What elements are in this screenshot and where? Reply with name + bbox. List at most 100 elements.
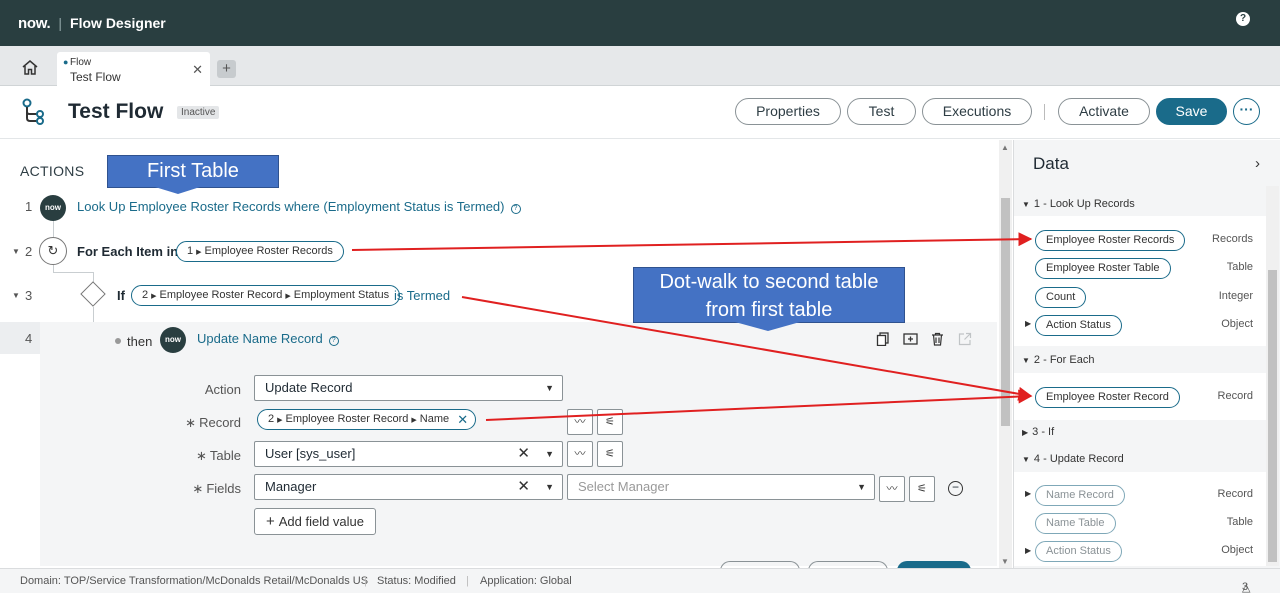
section-header-update-record[interactable]: ▼ 4 - Update Record bbox=[1022, 453, 1124, 465]
script-toggle-button[interactable]: 〰 bbox=[567, 441, 593, 467]
data-pill-action-status[interactable]: Action Status bbox=[1035, 315, 1122, 336]
field-name-select[interactable]: Manager ✕ ▼ bbox=[254, 474, 563, 500]
executions-button[interactable]: Executions bbox=[922, 98, 1032, 125]
save-button[interactable]: Save bbox=[1156, 98, 1227, 125]
callout-line-2: from first table bbox=[705, 299, 833, 321]
if-label: If bbox=[117, 288, 125, 303]
scroll-up-icon[interactable]: ▲ bbox=[1001, 143, 1009, 152]
expand-caret-icon[interactable]: ▶ bbox=[1025, 319, 1031, 328]
record-field-label: ∗ Record bbox=[185, 415, 241, 430]
data-pill-employee-roster-table[interactable]: Employee Roster Table bbox=[1035, 258, 1171, 279]
data-pill-picker-button[interactable]: ⚟ bbox=[597, 441, 623, 467]
status-separator: | bbox=[364, 575, 367, 587]
manager-value-select[interactable]: Select Manager ▼ bbox=[567, 474, 875, 500]
step-number: 1 bbox=[25, 199, 33, 214]
copy-icon[interactable] bbox=[876, 332, 890, 346]
help-icon[interactable]: ? bbox=[1236, 12, 1250, 26]
close-tab-icon[interactable]: ✕ bbox=[192, 62, 203, 78]
update-name-record-link[interactable]: Update Name Record? bbox=[197, 331, 339, 346]
data-pill-name-table[interactable]: Name Table bbox=[1035, 513, 1116, 534]
header-divider bbox=[1044, 104, 1045, 120]
tab-test-flow[interactable]: ● Flow Test Flow ✕ bbox=[57, 52, 210, 86]
bell-icon: △ bbox=[1242, 582, 1251, 593]
home-button[interactable] bbox=[10, 52, 50, 82]
status-badge: Inactive bbox=[177, 106, 220, 119]
expand-caret-icon[interactable]: ▶ bbox=[1025, 489, 1031, 498]
status-bar: Domain: TOP/Service Transformation/McDon… bbox=[0, 568, 1280, 593]
dropdown-arrow-icon: ▼ bbox=[857, 482, 866, 492]
main-scrollbar-thumb[interactable] bbox=[1001, 198, 1010, 426]
action-field-label: Action bbox=[204, 382, 241, 397]
data-type-label: Records bbox=[1212, 233, 1253, 245]
flow-connector bbox=[93, 307, 94, 322]
tab-bar: ● Flow Test Flow ✕ + bbox=[0, 46, 1280, 86]
activate-button[interactable]: Activate bbox=[1058, 98, 1150, 125]
servicenow-logo[interactable]: now. bbox=[18, 15, 51, 32]
data-type-label: Object bbox=[1221, 544, 1253, 556]
for-each-loop-icon: ↻ bbox=[39, 237, 67, 265]
data-pill-count[interactable]: Count bbox=[1035, 287, 1087, 308]
script-toggle-button[interactable]: 〰 bbox=[567, 409, 593, 435]
action-select[interactable]: Update Record ▼ bbox=[254, 375, 563, 401]
clear-pill-icon[interactable]: ✕ bbox=[457, 410, 468, 429]
data-pill-picker-icon: ⚟ bbox=[605, 448, 615, 460]
section-header-if[interactable]: ▶ 3 - If bbox=[1022, 426, 1054, 438]
data-pill-picker-icon: ⚟ bbox=[605, 416, 615, 428]
add-tab-button[interactable]: + bbox=[217, 60, 236, 78]
now-action-icon: now bbox=[160, 327, 186, 353]
collapse-caret-icon[interactable]: ▼ bbox=[12, 247, 20, 256]
expand-caret-icon[interactable]: ▶ bbox=[1025, 546, 1031, 555]
data-pill-name-record[interactable]: Name Record bbox=[1035, 485, 1125, 506]
if-condition-icon bbox=[80, 281, 106, 307]
help-icon[interactable]: ? bbox=[510, 204, 521, 214]
script-icon: 〰 bbox=[574, 448, 586, 460]
data-pill-employee-roster-records[interactable]: 1 ▶ Employee Roster Records bbox=[176, 241, 344, 262]
flow-header: Test Flow Inactive Properties Test Execu… bbox=[0, 86, 1280, 139]
step1-lookup-link[interactable]: Look Up Employee Roster Records where (E… bbox=[77, 199, 521, 214]
dropdown-arrow-icon: ▼ bbox=[545, 449, 554, 459]
condition-operator-text[interactable]: is Termed bbox=[394, 288, 450, 303]
remove-field-icon[interactable]: − bbox=[948, 481, 963, 496]
then-bullet bbox=[115, 338, 121, 344]
data-pill-employee-roster-record[interactable]: Employee Roster Record bbox=[1035, 387, 1180, 408]
data-type-label: Table bbox=[1226, 516, 1253, 528]
now-action-icon: now bbox=[40, 195, 66, 221]
properties-button[interactable]: Properties bbox=[735, 98, 841, 125]
more-options-button[interactable]: ··· bbox=[1233, 98, 1260, 125]
data-type-label: Record bbox=[1217, 488, 1253, 500]
expand-caret-icon[interactable]: ▶ bbox=[1025, 391, 1031, 400]
clear-icon[interactable]: ✕ bbox=[517, 475, 530, 499]
script-icon: 〰 bbox=[574, 416, 586, 428]
step-number: 4 bbox=[25, 331, 33, 346]
actions-heading: ACTIONS bbox=[20, 163, 85, 179]
step-number: 3 bbox=[25, 288, 33, 303]
data-pill-action-status[interactable]: Action Status bbox=[1035, 541, 1122, 562]
section-header-for-each[interactable]: ▼ 2 - For Each bbox=[1022, 354, 1094, 366]
collapse-panel-chevron-icon[interactable]: › bbox=[1255, 155, 1260, 172]
data-pill-picker-icon: ⚟ bbox=[917, 483, 927, 495]
data-type-label: Table bbox=[1226, 261, 1253, 273]
collapse-caret-icon[interactable]: ▼ bbox=[12, 291, 20, 300]
data-pill-employee-roster-records[interactable]: Employee Roster Records bbox=[1035, 230, 1186, 251]
help-icon[interactable]: ? bbox=[328, 336, 339, 346]
data-panel-scrollbar-thumb[interactable] bbox=[1268, 270, 1277, 562]
home-icon bbox=[22, 59, 38, 75]
test-button[interactable]: Test bbox=[847, 98, 916, 125]
script-toggle-button[interactable]: 〰 bbox=[879, 476, 905, 502]
flow-connector bbox=[53, 272, 93, 273]
data-pill-employment-status[interactable]: 2 ▶ Employee Roster Record ▶ Employment Stat… bbox=[131, 285, 401, 306]
delete-icon[interactable] bbox=[931, 332, 944, 346]
add-step-icon[interactable] bbox=[903, 332, 918, 346]
arrow-to-employee-roster-records bbox=[351, 232, 1033, 251]
fields-field-label: ∗ Fields bbox=[192, 481, 241, 496]
record-data-pill[interactable]: 2 ▶ Employee Roster Record ▶ Name ✕ bbox=[257, 409, 477, 430]
data-pill-picker-button[interactable]: ⚟ bbox=[597, 409, 623, 435]
callout-line-1: Dot-walk to second table bbox=[659, 271, 879, 293]
section-header-look-up-records[interactable]: ▼ 1 - Look Up Records bbox=[1022, 198, 1135, 210]
table-select[interactable]: User [sys_user] ✕ ▼ bbox=[254, 441, 563, 467]
clear-icon[interactable]: ✕ bbox=[517, 442, 530, 466]
data-pill-picker-button[interactable]: ⚟ bbox=[909, 476, 935, 502]
scroll-down-icon[interactable]: ▼ bbox=[1001, 557, 1009, 566]
add-field-value-button[interactable]: + Add field value bbox=[254, 508, 376, 535]
table-field-label: ∗ Table bbox=[196, 448, 241, 463]
